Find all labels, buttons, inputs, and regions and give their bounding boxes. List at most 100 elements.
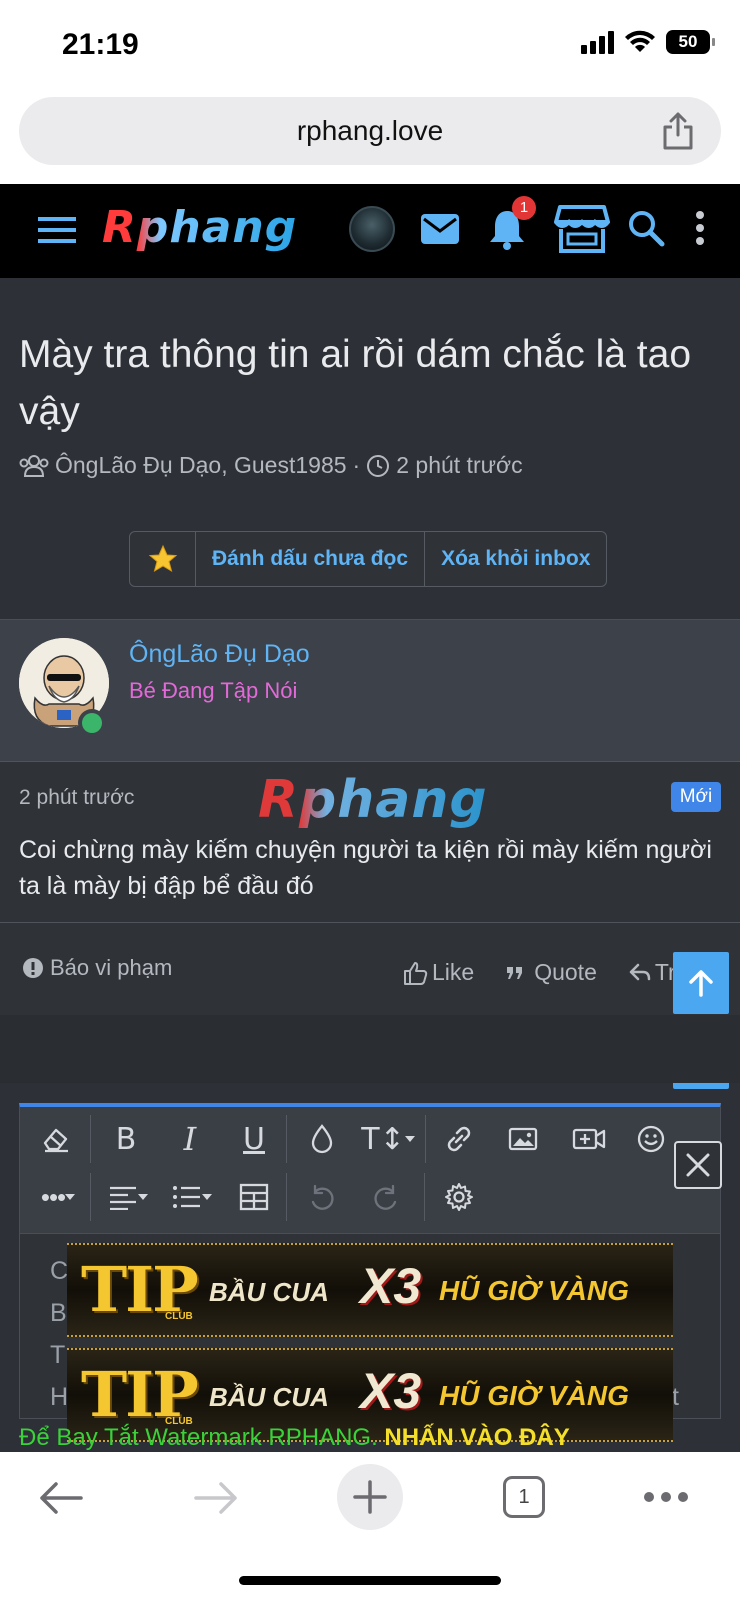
chevron-down-icon [404,1136,415,1142]
reply-icon[interactable] [629,963,651,983]
forward-arrow-icon[interactable] [193,1480,239,1516]
more-options-button[interactable]: ••• [30,1173,86,1221]
report-label: Báo vi phạm [50,955,173,980]
watermark-notice-link[interactable]: NHẤN VÀO ĐÂY [384,1424,569,1451]
message-text: Coi chừng mày kiếm chuyện người ta kiện … [19,836,712,900]
align-left-icon [110,1186,136,1210]
store-icon[interactable] [554,204,610,254]
chevron-down-icon [202,1194,212,1200]
image-button[interactable] [499,1115,547,1163]
report-link[interactable]: Báo vi phạm [22,955,172,981]
thumbs-up-icon[interactable] [402,960,428,986]
more-dots-icon: ••• [40,1181,66,1212]
quote-button[interactable]: Quote [534,959,597,986]
address-bar[interactable]: rphang.love [19,97,721,165]
media-button[interactable] [565,1115,613,1163]
editor-line-1: C [50,1257,69,1285]
mail-icon[interactable] [420,212,460,246]
close-icon [686,1153,710,1177]
star-icon [148,544,177,573]
ad-banner[interactable]: TIP CLUB BẦU CUA X3 HŨ GIỜ VÀNG [67,1243,673,1337]
watermark-logo: Rphang [258,770,488,830]
redo-icon [374,1184,397,1210]
bold-button[interactable]: B [102,1115,150,1163]
search-icon[interactable] [626,208,666,248]
emoji-button[interactable] [627,1115,675,1163]
link-button[interactable] [435,1115,483,1163]
chevron-down-icon [138,1194,148,1200]
ad-text-3: HŨ GIỜ VÀNG [439,1275,629,1306]
link-icon [447,1126,471,1152]
ad-text-1: BẦU CUA [209,1382,329,1412]
thread-participants[interactable]: ÔngLão Đụ Dạo, Guest1985 [55,452,347,479]
like-button[interactable]: Like [432,959,474,986]
thread-action-buttons: Đánh dấu chưa đọc Xóa khỏi inbox [129,531,608,587]
droplet-icon [311,1124,333,1154]
new-badge: Mới [671,782,721,812]
more-menu-icon[interactable] [643,1490,689,1504]
hamburger-menu-icon[interactable] [38,214,76,246]
italic-button[interactable]: I [166,1115,214,1163]
battery-icon: 50 [666,30,715,54]
editor-line-4-end: t [672,1383,679,1411]
online-status-indicator [78,709,106,737]
url-text[interactable]: rphang.love [19,115,721,147]
editor-line-4: H [50,1383,69,1411]
bold-icon: B [115,1121,137,1157]
gear-icon [445,1183,473,1211]
chevron-down-icon [65,1194,76,1200]
scroll-up-button[interactable] [673,952,729,1014]
mark-unread-button[interactable]: Đánh dấu chưa đọc [196,532,426,586]
table-button[interactable] [230,1173,278,1221]
section-gap [0,1015,740,1083]
clock-icon [367,454,390,477]
status-icons: 50 [581,30,715,54]
site-header: Rphang 1 [0,184,740,278]
message-user-panel: ÔngLão Đụ Dạo Bé Đang Tập Nói [0,619,740,761]
text-color-button[interactable] [298,1115,346,1163]
redo-button[interactable] [362,1173,410,1221]
site-logo[interactable]: Rphang [102,202,297,253]
font-size-icon: T↕ [361,1121,405,1157]
settings-button[interactable] [435,1173,483,1221]
thread-meta: ÔngLão Đụ Dạo, Guest1985 · 2 phút trước [19,452,523,479]
eraser-button[interactable] [32,1115,80,1163]
editor-toolbar: B I U T↕ ••• [20,1107,720,1234]
browser-address-area: rphang.love [0,92,740,184]
message-actions: Like Quote Tr [402,959,676,986]
tab-count-button[interactable]: 1 [503,1476,545,1518]
back-arrow-icon[interactable] [38,1480,84,1516]
watermark-notice-text: Để Bay Tắt Watermark RPHANG. [19,1424,378,1451]
ad-text-1: BẦU CUA [209,1277,329,1307]
font-size-button[interactable]: T↕ [358,1115,418,1163]
more-options-icon[interactable] [692,210,708,250]
editor-line-3: T [50,1341,66,1369]
star-button[interactable] [130,532,196,586]
close-overlay-button[interactable] [674,1141,722,1189]
wifi-icon [625,30,655,52]
message-username[interactable]: ÔngLão Đụ Dạo [129,640,310,669]
editor-line-2: B [50,1299,67,1327]
watermark-notice: Để Bay Tắt Watermark RPHANG. NHẤN VÀO ĐÂ… [19,1424,570,1452]
ad-text-3: HŨ GIỜ VÀNG [439,1380,629,1411]
notification-count-badge: 1 [512,196,536,220]
remove-inbox-button[interactable]: Xóa khỏi inbox [425,532,606,586]
undo-button[interactable] [298,1173,346,1221]
new-tab-button[interactable] [337,1464,403,1530]
cellular-signal-icon [581,30,614,54]
thread-title: Mày tra thông tin ai rồi dám chắc là tao… [19,333,692,433]
browser-bottom-bar: 1 [0,1452,740,1600]
quote-icon[interactable] [506,964,524,982]
underline-button[interactable]: U [230,1115,278,1163]
image-icon [508,1127,538,1151]
eraser-icon [43,1128,68,1153]
list-button[interactable] [164,1173,220,1221]
plus-icon [353,1480,387,1514]
message-footer: Báo vi phạm Like Quote Tr [0,923,740,1015]
message-body: 2 phút trước Rphang Mới Coi chừng mày ki… [0,761,740,923]
message-time[interactable]: 2 phút trước [19,786,134,810]
user-avatar[interactable] [349,206,395,252]
align-button[interactable] [100,1173,156,1221]
share-icon[interactable] [661,111,695,151]
status-bar: 21:19 50 [0,0,740,92]
